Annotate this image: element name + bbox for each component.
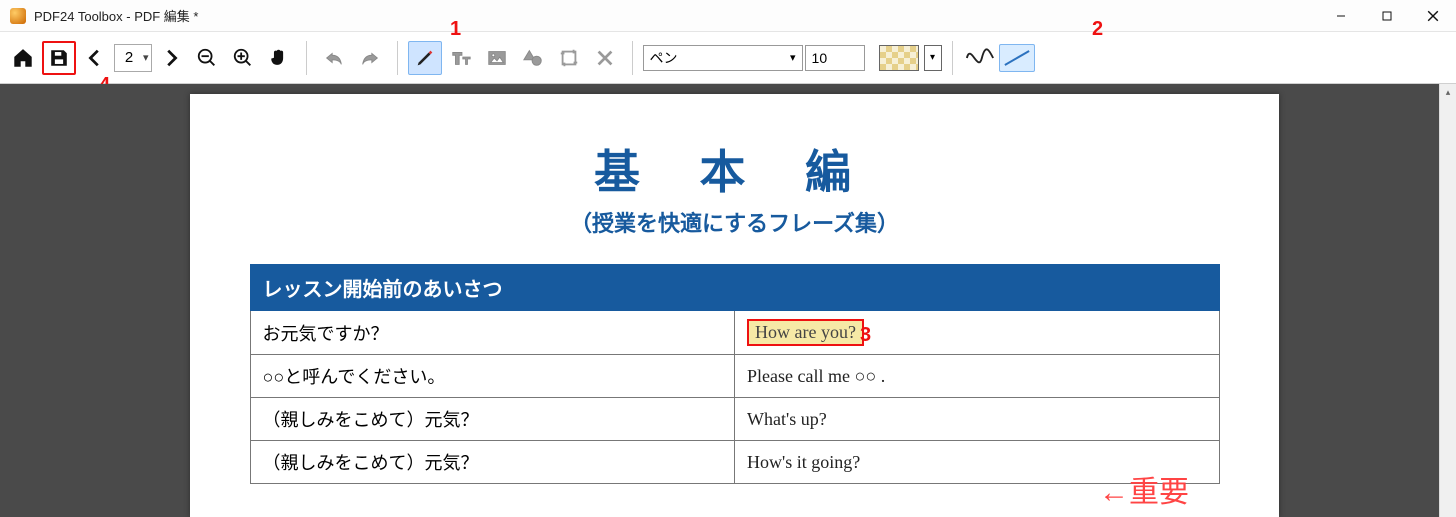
pen-style-value: ペン — [650, 48, 678, 68]
app-icon — [10, 8, 26, 24]
stroke-size-input[interactable]: 10 — [805, 45, 865, 71]
freehand-curve-button[interactable] — [963, 41, 997, 75]
undo-button[interactable] — [317, 41, 351, 75]
phrase-table: レッスン開始前のあいさつ お元気ですか？ How are you? ○○と呼んで… — [250, 264, 1220, 484]
line-icon — [1004, 50, 1029, 66]
highlighted-text[interactable]: How are you? — [747, 319, 864, 346]
section-header: レッスン開始前のあいさつ — [250, 265, 1219, 311]
page-number-value: 2 — [121, 49, 137, 66]
pen-style-dropdown[interactable]: ペン ▾ — [643, 45, 803, 71]
color-dropdown-button[interactable]: ▾ — [924, 45, 942, 71]
zoom-out-button[interactable] — [190, 41, 224, 75]
handwritten-annotation: ←重要 — [1099, 467, 1189, 511]
document-viewport[interactable]: 基 本 編 （授業を快適にするフレーズ集） レッスン開始前のあいさつ お元気です… — [0, 84, 1456, 517]
table-row: お元気ですか？ How are you? — [250, 311, 1219, 355]
right-gutter — [1279, 84, 1439, 517]
chevron-down-icon: ▾ — [143, 51, 149, 64]
table-row: ○○と呼んでください。 Please call me ○○ . — [250, 355, 1219, 398]
cell-jp: お元気ですか？ — [250, 311, 735, 355]
color-swatch[interactable] — [879, 45, 919, 71]
doc-subtitle: （授業を快適にするフレーズ集） — [570, 206, 899, 238]
window-title: PDF24 Toolbox - PDF 編集 * — [34, 6, 198, 25]
stroke-size-value: 10 — [812, 50, 828, 66]
image-tool-button[interactable] — [480, 41, 514, 75]
chevron-down-icon: ▾ — [790, 51, 796, 64]
next-page-button[interactable] — [154, 41, 188, 75]
cell-en: Please call me ○○ . — [735, 355, 1220, 398]
cell-jp: （親しみをこめて）元気？ — [250, 441, 735, 484]
window-controls — [1318, 0, 1456, 31]
close-button[interactable] — [1410, 0, 1456, 31]
redo-button[interactable] — [353, 41, 387, 75]
vertical-scrollbar[interactable]: ▴ — [1439, 84, 1456, 517]
table-row: （親しみをこめて）元気？ How's it going? — [250, 441, 1219, 484]
pdf-page: 基 本 編 （授業を快適にするフレーズ集） レッスン開始前のあいさつ お元気です… — [190, 94, 1279, 517]
home-button[interactable] — [6, 41, 40, 75]
cell-jp: （親しみをこめて）元気？ — [250, 398, 735, 441]
delete-tool-button[interactable] — [588, 41, 622, 75]
straight-line-button[interactable] — [999, 44, 1035, 72]
table-row: （親しみをこめて）元気？ What's up? — [250, 398, 1219, 441]
doc-title: 基 本 編 — [594, 136, 875, 202]
main-toolbar: 2 ▾ ペン ▾ 10 — [0, 32, 1456, 84]
zoom-in-button[interactable] — [226, 41, 260, 75]
cell-en: How are you? — [735, 311, 1220, 355]
cell-en: What's up? — [735, 398, 1220, 441]
text-tool-button[interactable] — [444, 41, 478, 75]
page-number-input[interactable]: 2 ▾ — [114, 44, 152, 72]
titlebar: PDF24 Toolbox - PDF 編集 * — [0, 0, 1456, 32]
left-gutter — [0, 84, 190, 517]
maximize-button[interactable] — [1364, 0, 1410, 31]
pan-hand-button[interactable] — [262, 41, 296, 75]
minimize-button[interactable] — [1318, 0, 1364, 31]
crop-tool-button[interactable] — [552, 41, 586, 75]
scroll-up-button[interactable]: ▴ — [1440, 84, 1456, 101]
save-button[interactable] — [42, 41, 76, 75]
shape-tool-button[interactable] — [516, 41, 550, 75]
cell-jp: ○○と呼んでください。 — [250, 355, 735, 398]
pen-tool-button[interactable] — [408, 41, 442, 75]
prev-page-button[interactable] — [78, 41, 112, 75]
